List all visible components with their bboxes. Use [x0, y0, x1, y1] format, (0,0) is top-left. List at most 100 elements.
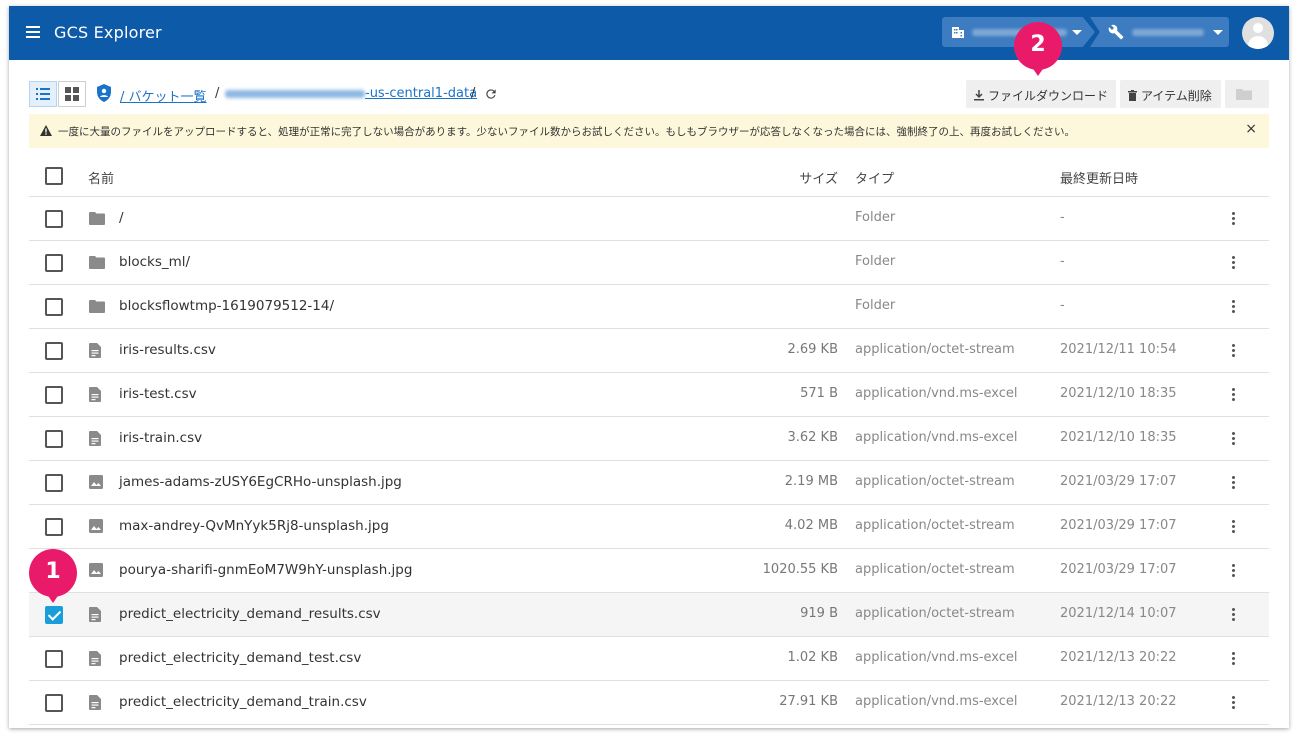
row-checkbox[interactable] [45, 430, 63, 448]
grid-view-button[interactable] [58, 81, 86, 107]
delete-item-button[interactable]: アイテム削除 [1120, 80, 1221, 108]
row-checkbox[interactable] [45, 694, 63, 712]
file-name[interactable]: iris-results.csv [119, 342, 216, 358]
table-row[interactable]: iris-train.csv 3.62 KB application/vnd.ms-… [29, 417, 1269, 461]
close-icon[interactable]: × [1245, 121, 1257, 137]
row-checkbox[interactable] [45, 606, 63, 624]
file-name[interactable]: max-andrey-QvMnYyk5Rj8-unsplash.jpg [119, 518, 389, 534]
row-checkbox[interactable] [45, 254, 63, 272]
row-checkbox[interactable] [45, 650, 63, 668]
file-type: application/octet-stream [855, 606, 1015, 621]
file-type: application/octet-stream [855, 518, 1015, 533]
table-row[interactable]: james-adams-zUSY6EgCRHo-unsplash.jpg 2.19… [29, 461, 1269, 505]
grid-view-icon [65, 87, 79, 101]
file-name[interactable]: / [119, 210, 124, 226]
file-modified: - [1060, 298, 1065, 313]
file-modified: - [1060, 254, 1065, 269]
avatar[interactable] [1242, 17, 1274, 49]
table-row[interactable]: blocks_ml/Folder - [29, 241, 1269, 285]
table-row[interactable]: / Folder - [29, 197, 1269, 241]
file-type: application/octet-stream [855, 342, 1015, 357]
file-size: 2.19 MB [784, 474, 838, 489]
table-row[interactable]: blocksflowtmp-1619079512-14/Folder - [29, 285, 1269, 329]
more-vert-icon[interactable] [1232, 608, 1236, 623]
file-modified: 2021/12/14 10:07 [1060, 606, 1177, 621]
header-modified[interactable]: 最終更新日時 [1060, 168, 1138, 187]
file-size: 4.02 MB [784, 518, 838, 533]
header-size[interactable]: サイズ [799, 168, 838, 187]
file-modified: 2021/12/10 18:35 [1060, 386, 1177, 401]
file-name[interactable]: predict_electricity_demand_train.csv [119, 694, 367, 710]
file-table: 名前 サイズ タイプ 最終更新日時 / Folder - blocks_ml/Fold… [29, 154, 1269, 725]
more-vert-icon[interactable] [1232, 476, 1236, 491]
table-row[interactable]: predict_electricity_demand_train.csv 27.9… [29, 681, 1269, 725]
file-name[interactable]: blocks_ml/ [119, 254, 190, 270]
row-checkbox[interactable] [45, 342, 63, 360]
table-row[interactable]: predict_electricity_demand_test.csv 1.02 … [29, 637, 1269, 681]
file-size: 919 B [800, 606, 838, 621]
file-modified: 2021/03/29 17:07 [1060, 518, 1177, 533]
file-type: application/vnd.ms-excel [855, 650, 1018, 665]
file-type: application/octet-stream [855, 562, 1015, 577]
breadcrumb-bucket[interactable]: -us-central1-data [225, 86, 477, 101]
file-icon [89, 431, 101, 450]
more-vert-icon[interactable] [1232, 652, 1236, 667]
more-vert-icon[interactable] [1232, 564, 1236, 579]
file-name[interactable]: iris-test.csv [119, 386, 197, 402]
file-modified: - [1060, 210, 1065, 225]
move-item-button[interactable] [1225, 80, 1269, 108]
row-checkbox[interactable] [45, 474, 63, 492]
more-vert-icon[interactable] [1232, 696, 1236, 711]
file-name[interactable]: predict_electricity_demand_test.csv [119, 650, 361, 666]
file-name[interactable]: iris-train.csv [119, 430, 202, 446]
file-name[interactable]: predict_electricity_demand_results.csv [119, 606, 381, 622]
breadcrumb-sep: / [471, 86, 476, 101]
file-icon [89, 651, 101, 670]
row-checkbox[interactable] [45, 210, 63, 228]
file-size: 2.69 KB [787, 342, 838, 357]
app-title: GCS Explorer [54, 23, 162, 42]
table-row[interactable]: predict_electricity_demand_results.csv 91… [29, 593, 1269, 637]
select-all-checkbox[interactable] [45, 167, 63, 185]
row-checkbox[interactable] [45, 518, 63, 536]
file-size: 1020.55 KB [762, 562, 838, 577]
file-name[interactable]: james-adams-zUSY6EgCRHo-unsplash.jpg [119, 474, 402, 490]
file-modified: 2021/12/11 10:54 [1060, 342, 1177, 357]
tool-name-redacted [1132, 29, 1204, 36]
breadcrumb-bucket-list[interactable]: / バケット一覧 [120, 86, 207, 105]
file-icon [89, 387, 101, 406]
table-row[interactable]: max-andrey-QvMnYyk5Rj8-unsplash.jpg 4.02 … [29, 505, 1269, 549]
file-modified: 2021/12/13 20:22 [1060, 694, 1177, 709]
building-icon [952, 27, 964, 38]
toolbar: / バケット一覧 / -us-central1-data / ファイルダウンロー… [29, 80, 1269, 108]
row-checkbox[interactable] [45, 298, 63, 316]
image-icon [89, 475, 103, 493]
menu-icon[interactable] [26, 26, 40, 38]
folder-icon [89, 212, 105, 229]
table-row[interactable]: iris-test.csv 571 B application/vnd.ms-exc… [29, 373, 1269, 417]
more-vert-icon[interactable] [1232, 212, 1236, 227]
list-view-button[interactable] [29, 81, 57, 107]
file-type: Folder [855, 298, 896, 313]
header-type[interactable]: タイプ [855, 168, 894, 187]
refresh-icon[interactable] [484, 87, 498, 101]
download-button[interactable]: ファイルダウンロード [966, 80, 1116, 108]
tool-selector[interactable] [1090, 17, 1229, 47]
more-vert-icon[interactable] [1232, 256, 1236, 271]
bucket-name-redacted [225, 89, 365, 98]
more-vert-icon[interactable] [1232, 300, 1236, 315]
table-header: 名前 サイズ タイプ 最終更新日時 [29, 154, 1269, 197]
table-row[interactable]: iris-results.csv 2.69 KB application/octet… [29, 329, 1269, 373]
file-name[interactable]: blocksflowtmp-1619079512-14/ [119, 298, 334, 314]
table-row[interactable]: pourya-sharifi-gnmEoM7W9hY-unsplash.jpg 1… [29, 549, 1269, 593]
warning-text: 一度に大量のファイルをアップロードすると、処理が正常に完了しない場合があります。… [58, 126, 1076, 138]
more-vert-icon[interactable] [1232, 344, 1236, 359]
header-name[interactable]: 名前 [88, 168, 114, 187]
more-vert-icon[interactable] [1232, 432, 1236, 447]
file-name[interactable]: pourya-sharifi-gnmEoM7W9hY-unsplash.jpg [119, 562, 412, 578]
more-vert-icon[interactable] [1232, 520, 1236, 535]
file-modified: 2021/03/29 17:07 [1060, 562, 1177, 577]
row-checkbox[interactable] [45, 386, 63, 404]
more-vert-icon[interactable] [1232, 388, 1236, 403]
callout-2-marker: 2 [1014, 22, 1062, 78]
